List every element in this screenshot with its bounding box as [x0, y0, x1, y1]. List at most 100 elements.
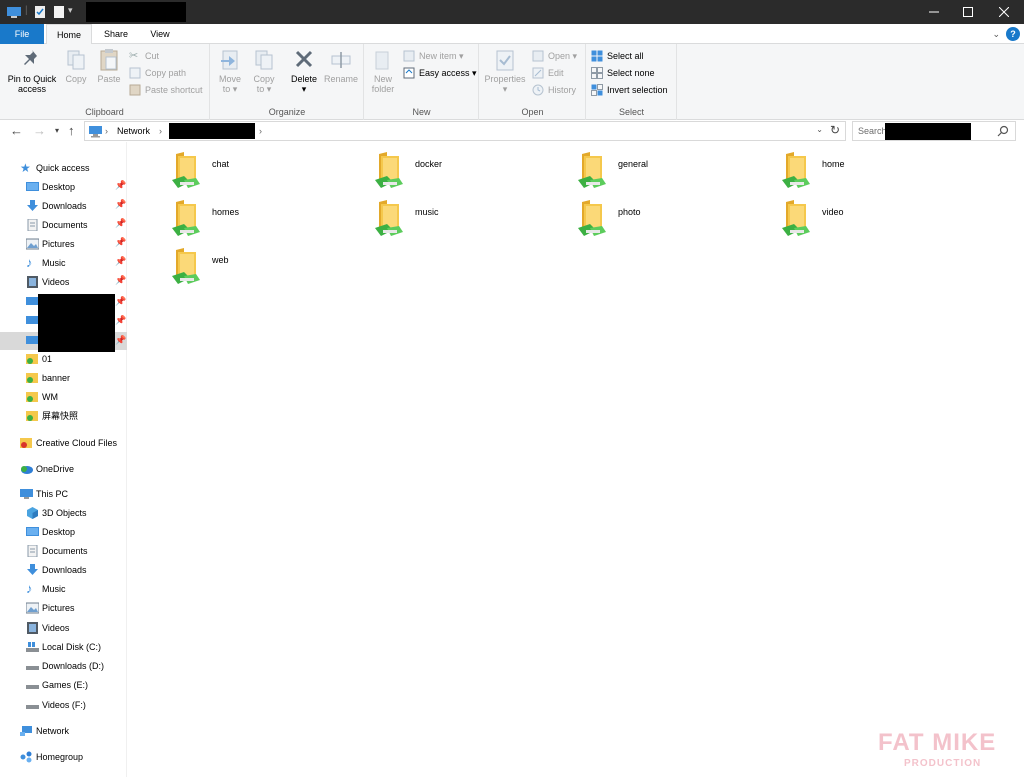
select-none-label: Select none: [607, 68, 655, 78]
group-organize: Move to ▾ Copy to ▾ Delete ▾ Rename Orga…: [211, 44, 364, 120]
shared-folder-homes[interactable]: homes: [170, 198, 360, 244]
synced-folder-icon: [26, 373, 38, 383]
copy-path-label: Copy path: [145, 68, 187, 78]
search-box[interactable]: Search: [852, 121, 1016, 141]
group-open: Properties ▾ Open ▾ Edit History Open: [480, 44, 586, 120]
properties-label: Properties: [484, 74, 526, 84]
pin-icon: 📌: [115, 237, 127, 247]
tab-share[interactable]: Share: [94, 24, 138, 44]
history-icon: [532, 84, 544, 96]
move-to-button[interactable]: Move to ▾: [215, 48, 245, 94]
up-arrow-icon[interactable]: ↑: [68, 123, 75, 139]
easy-access-button[interactable]: Easy access ▾: [403, 65, 477, 81]
ribbon-tabs: File Home Share View ⌄ ?: [0, 24, 1024, 45]
open-button[interactable]: Open ▾: [532, 48, 577, 64]
folder-name: photo: [618, 207, 641, 217]
pin-to-quick-access-button[interactable]: Pin to Quick access: [4, 48, 60, 94]
folder-name: home: [822, 159, 845, 169]
customize-toolbar-icon[interactable]: ▾: [68, 5, 73, 16]
shared-folder-chat[interactable]: chat: [170, 150, 360, 196]
edit-label: Edit: [548, 68, 564, 78]
back-arrow-icon[interactable]: ←: [10, 123, 23, 139]
group-label-new: New: [412, 107, 431, 117]
cut-button[interactable]: ✂ Cut: [129, 48, 159, 64]
copy-label: Copy: [65, 74, 87, 84]
invert-selection-icon: [591, 84, 603, 96]
delete-label: Delete: [290, 74, 317, 84]
videos-icon: [27, 276, 38, 288]
tab-file[interactable]: File: [0, 24, 44, 44]
edit-button[interactable]: Edit: [532, 65, 564, 81]
shared-folder-general[interactable]: general: [576, 150, 766, 196]
crumb-separator-icon[interactable]: ›: [159, 122, 162, 140]
paste-button[interactable]: Paste: [94, 48, 124, 84]
downloads-arrow-icon: [27, 564, 38, 575]
star-icon: ★: [20, 161, 31, 175]
close-button[interactable]: [982, 0, 1024, 24]
ribbon: Pin to Quick access Copy Paste ✂ Cut Cop…: [0, 44, 1024, 120]
properties-check-icon: [496, 50, 514, 71]
easy-access-label: Easy access: [419, 68, 470, 78]
pin-icon: 📌: [115, 256, 127, 266]
group-label-select: Select: [618, 107, 644, 117]
properties-icon[interactable]: [34, 5, 46, 19]
explorer-app-icon[interactable]: [6, 5, 22, 19]
expand-ribbon-chevron-icon[interactable]: ⌄: [992, 29, 1000, 40]
navigation-bar: ← → ▾ ↑ › Network › › ⌄ ↻ Search: [0, 120, 1024, 142]
title-bar: | ▾: [0, 0, 1024, 24]
shared-folder-home[interactable]: home: [780, 150, 970, 196]
shared-folder-video[interactable]: video: [780, 198, 970, 244]
search-icon[interactable]: [997, 125, 1009, 137]
paste-shortcut-label: Paste shortcut: [145, 85, 203, 95]
copy-button[interactable]: Copy: [62, 48, 90, 84]
cut-label: Cut: [145, 51, 160, 61]
crumb-network[interactable]: Network: [117, 122, 150, 140]
new-folder-button[interactable]: New folder: [367, 48, 399, 94]
address-bar[interactable]: › Network › › ⌄ ↻: [84, 121, 846, 141]
delete-dropdown-chevron-icon: ▾: [301, 84, 307, 94]
delete-button[interactable]: Delete ▾: [287, 48, 321, 94]
documents-icon: [27, 219, 38, 231]
paste-shortcut-button[interactable]: Paste shortcut: [129, 82, 203, 98]
crumb-separator-icon[interactable]: ›: [105, 122, 108, 140]
pinned-items-redacted: [38, 294, 115, 352]
folder-name: docker: [415, 159, 443, 169]
refresh-icon[interactable]: ↻: [830, 123, 840, 137]
new-item-button[interactable]: New item ▾: [403, 48, 464, 64]
select-none-icon: [591, 67, 603, 79]
group-label-organize: Organize: [268, 107, 306, 117]
tab-home[interactable]: Home: [46, 24, 92, 45]
select-none-button[interactable]: Select none: [591, 65, 655, 81]
scissors-icon: ✂: [129, 50, 139, 62]
group-label-open: Open: [521, 107, 544, 117]
shared-folder-music[interactable]: music: [373, 198, 563, 244]
copy-to-label-line2: to ▾: [256, 84, 272, 94]
shared-folder-icon: [172, 248, 200, 284]
group-new: New folder New item ▾ Easy access ▾ New: [365, 44, 479, 120]
recent-locations-chevron-icon[interactable]: ▾: [55, 123, 59, 139]
paste-icon: [100, 49, 118, 71]
rename-button[interactable]: Rename: [323, 48, 359, 84]
new-folder-quick-icon[interactable]: [53, 5, 65, 19]
pin-label-line1: Pin to Quick: [7, 74, 57, 84]
history-button[interactable]: History: [532, 82, 576, 98]
shared-folder-web[interactable]: web: [170, 246, 360, 292]
shared-folder-icon: [172, 200, 200, 236]
tab-view[interactable]: View: [140, 24, 180, 44]
properties-button[interactable]: Properties ▾: [482, 48, 528, 94]
copy-path-button[interactable]: Copy path: [129, 65, 186, 81]
help-icon[interactable]: ?: [1006, 27, 1020, 41]
creative-cloud-folder-icon: [20, 438, 32, 448]
crumb-separator-icon[interactable]: ›: [259, 122, 262, 140]
select-all-button[interactable]: Select all: [591, 48, 644, 64]
copy-to-button[interactable]: Copy to ▾: [249, 48, 279, 94]
invert-selection-button[interactable]: Invert selection: [591, 82, 668, 98]
network-computer-icon: [89, 126, 102, 138]
pin-icon: 📌: [115, 275, 127, 285]
address-dropdown-chevron-icon[interactable]: ⌄: [816, 125, 823, 134]
synced-folder-icon: [26, 411, 38, 421]
hard-drive-icon: [26, 705, 39, 709]
forward-arrow-icon[interactable]: →: [33, 123, 46, 139]
shared-folder-photo[interactable]: photo: [576, 198, 766, 244]
shared-folder-docker[interactable]: docker: [373, 150, 563, 196]
